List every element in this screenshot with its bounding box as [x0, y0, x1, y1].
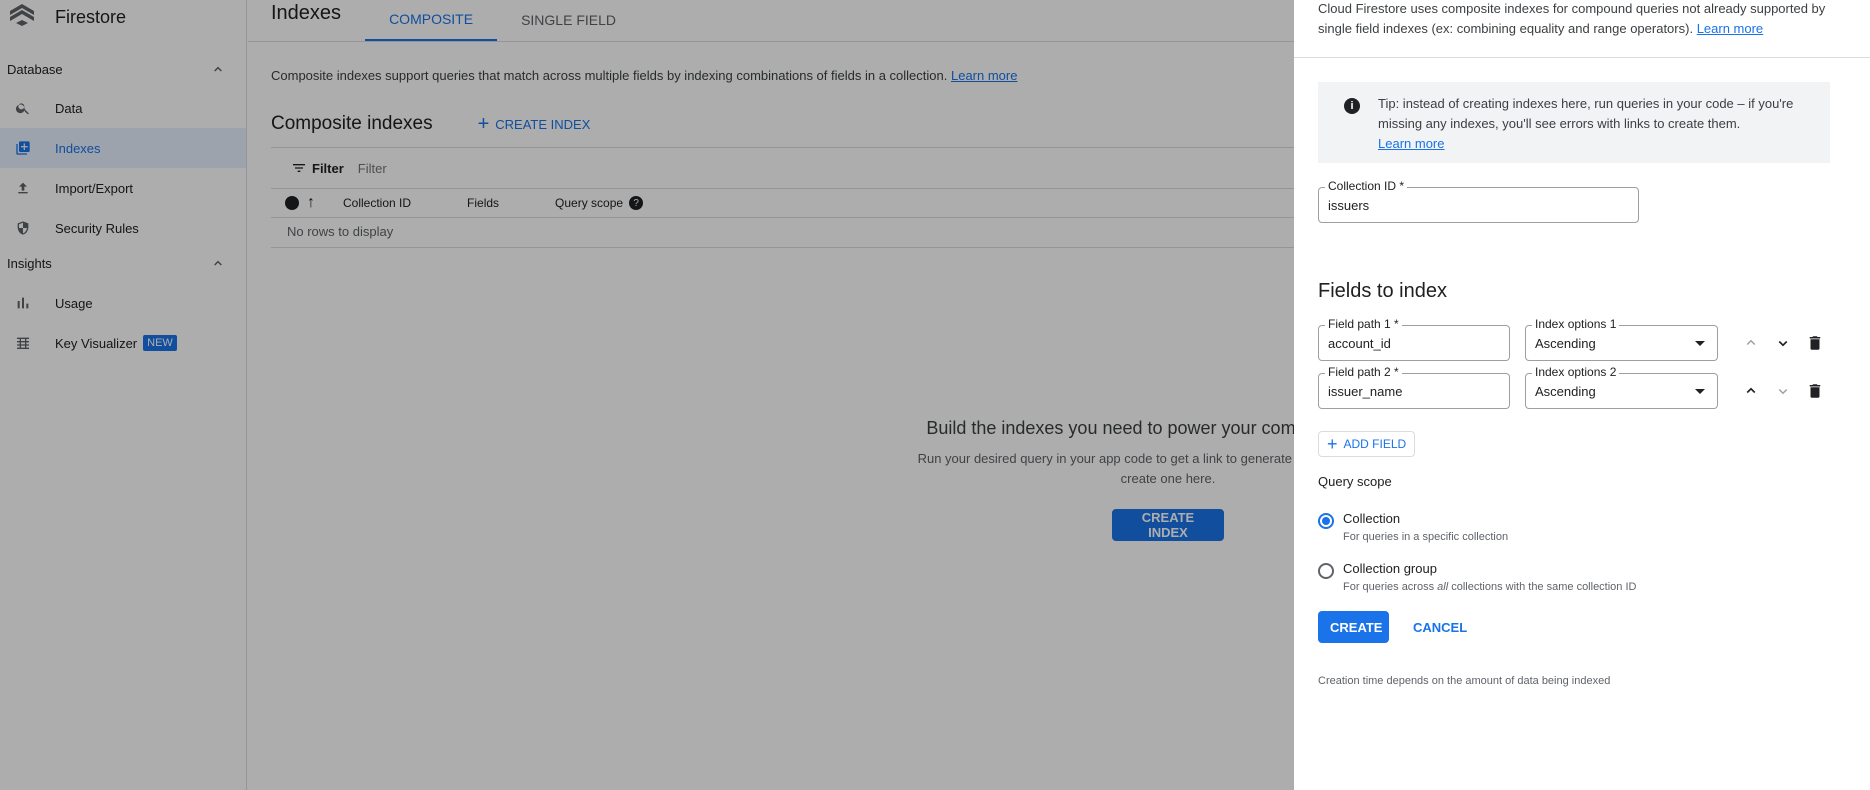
- field-path-value: issuer_name: [1328, 383, 1403, 399]
- field-path-label: Field path 1 *: [1325, 317, 1402, 331]
- desc-pre: For queries across: [1343, 581, 1438, 593]
- field-row-2: Field path 2 * issuer_name Index options…: [1318, 365, 1870, 409]
- scope-collection-group-desc: For queries across all collections with …: [1343, 581, 1636, 593]
- scope-collection-group-text: Collection group For queries across all …: [1343, 561, 1636, 593]
- desc-emphasis: all: [1437, 581, 1449, 593]
- field-path-value: account_id: [1328, 335, 1391, 351]
- index-options-1-select[interactable]: Index options 1 Ascending: [1525, 317, 1718, 361]
- creation-time-note: Creation time depends on the amount of d…: [1318, 675, 1611, 687]
- index-options-label: Index options 1: [1532, 317, 1620, 331]
- index-options-value: Ascending: [1535, 335, 1596, 351]
- add-field-label: ADD FIELD: [1343, 437, 1407, 451]
- scope-collection-group-option[interactable]: Collection group For queries across all …: [1318, 561, 1870, 593]
- modal-scrim[interactable]: [0, 0, 1294, 790]
- field-row-1: Field path 1 * account_id Index options …: [1318, 317, 1870, 361]
- field-row-actions: [1742, 334, 1824, 352]
- tip-box: i Tip: instead of creating indexes here,…: [1318, 82, 1830, 163]
- cancel-button[interactable]: CANCEL: [1413, 620, 1467, 635]
- radio-collection[interactable]: [1318, 513, 1334, 529]
- info-icon: i: [1344, 98, 1360, 114]
- collection-id-value: issuers: [1328, 197, 1370, 213]
- scope-collection-title: Collection: [1343, 511, 1401, 526]
- radio-collection-group[interactable]: [1318, 563, 1334, 579]
- delete-icon[interactable]: [1806, 334, 1824, 352]
- index-options-value: Ascending: [1535, 383, 1596, 399]
- index-options-2-select[interactable]: Index options 2 Ascending: [1525, 365, 1718, 409]
- move-up-icon[interactable]: [1742, 382, 1760, 400]
- create-index-panel: Cloud Firestore uses composite indexes f…: [1294, 0, 1870, 790]
- tip-text: Tip: instead of creating indexes here, r…: [1378, 96, 1794, 131]
- create-button[interactable]: CREATE: [1318, 611, 1389, 643]
- dropdown-arrow-icon: [1695, 340, 1705, 346]
- fields-to-index-title: Fields to index: [1318, 280, 1447, 302]
- add-field-button[interactable]: + ADD FIELD: [1318, 431, 1416, 457]
- dropdown-arrow-icon: [1695, 388, 1705, 394]
- field-path-2-input[interactable]: Field path 2 * issuer_name: [1318, 365, 1510, 409]
- panel-learn-more-link[interactable]: Learn more: [1697, 21, 1763, 36]
- desc-post: collections with the same collection ID: [1448, 581, 1637, 593]
- move-down-icon[interactable]: [1774, 382, 1792, 400]
- scope-collection-text: Collection For queries in a specific col…: [1343, 511, 1508, 543]
- collection-id-field[interactable]: Collection ID * issuers: [1318, 179, 1639, 223]
- scope-collection-option[interactable]: Collection For queries in a specific col…: [1318, 511, 1870, 543]
- scope-collection-group-title: Collection group: [1343, 561, 1437, 576]
- field-path-label: Field path 2 *: [1325, 365, 1402, 379]
- move-down-icon[interactable]: [1774, 334, 1792, 352]
- index-options-label: Index options 2: [1532, 365, 1620, 379]
- divider: [1294, 57, 1870, 58]
- collection-id-label: Collection ID *: [1325, 179, 1408, 193]
- field-path-1-input[interactable]: Field path 1 * account_id: [1318, 317, 1510, 361]
- query-scope-label: Query scope: [1318, 474, 1392, 489]
- scope-collection-desc: For queries in a specific collection: [1343, 531, 1509, 543]
- delete-icon[interactable]: [1806, 382, 1824, 400]
- plus-icon: +: [1327, 434, 1338, 454]
- tip-learn-more-link[interactable]: Learn more: [1378, 136, 1444, 151]
- panel-actions: CREATE CANCEL: [1318, 611, 1870, 643]
- move-up-icon[interactable]: [1742, 334, 1760, 352]
- panel-description: Cloud Firestore uses composite indexes f…: [1294, 0, 1870, 39]
- field-row-actions: [1742, 382, 1824, 400]
- tip-content: Tip: instead of creating indexes here, r…: [1378, 94, 1810, 154]
